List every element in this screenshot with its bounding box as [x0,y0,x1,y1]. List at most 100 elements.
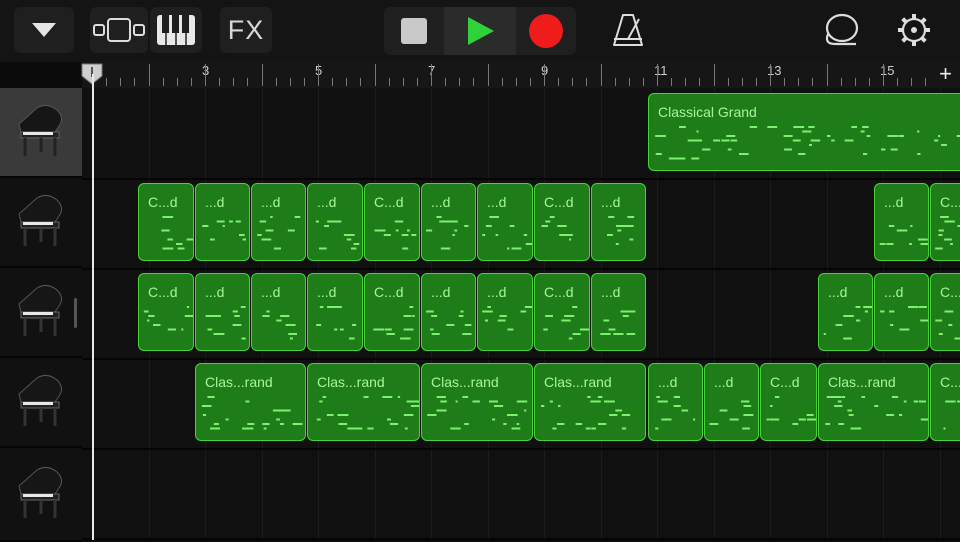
midi-note [904,401,907,403]
midi-note [404,414,414,416]
region[interactable]: Classical Grand [648,93,960,171]
region[interactable]: C...d [364,183,420,261]
midi-notes [365,304,419,348]
midi-note [144,311,149,313]
region[interactable]: ...d [307,183,363,261]
add-section-button[interactable]: + [939,62,952,86]
midi-note [940,216,949,218]
midi-note [609,329,616,331]
track-header-3[interactable] [0,268,82,358]
track-header-resize-handle[interactable] [74,298,77,328]
region[interactable]: Clas...rand [195,363,306,441]
midi-note [743,414,753,416]
region-name: ...d [261,194,280,210]
midi-note [656,396,660,398]
midi-note [900,329,905,331]
midi-note [917,131,919,133]
settings-button[interactable] [886,7,942,53]
midi-note [836,324,843,326]
region[interactable]: ...d [477,273,533,351]
region[interactable]: C...d [138,273,194,351]
region[interactable]: ...d [251,183,306,261]
view-toggle-button[interactable] [90,7,148,53]
region[interactable]: ...d [421,183,476,261]
midi-note [181,329,183,331]
fx-button[interactable]: FX [220,7,272,53]
region[interactable]: ...d [874,183,929,261]
loops-button[interactable] [814,7,870,53]
track-lane-5[interactable] [82,448,960,540]
playhead-line [92,74,94,540]
track-header-4[interactable] [0,358,82,448]
region[interactable]: ...d [591,273,646,351]
midi-note [446,324,454,326]
region[interactable]: C... [930,363,960,441]
ruler-tick [332,78,333,86]
grand-piano-icon [13,102,69,162]
midi-note [262,239,272,241]
midi-note [808,126,813,128]
ruler-tick [403,78,404,86]
play-button[interactable] [444,7,516,55]
midi-note [390,423,398,425]
region[interactable]: ...d [818,273,873,351]
midi-note [710,423,719,425]
region[interactable]: C... [930,183,960,261]
region[interactable]: Clas...rand [421,363,533,441]
tracks-area[interactable]: Classical Grand C...d ...d ...d ...d C..… [82,88,960,540]
region-name: C...d [148,284,178,300]
region[interactable]: ...d [195,183,250,261]
region[interactable]: ...d [251,273,306,351]
tracks-menu-button[interactable] [14,7,74,53]
region[interactable]: C...d [760,363,817,441]
region[interactable]: ...d [704,363,759,441]
midi-note [697,131,699,133]
midi-notes [308,394,419,438]
region[interactable]: C... [930,273,960,351]
region[interactable]: ...d [195,273,250,351]
region[interactable]: ...d [307,273,363,351]
region[interactable]: C...d [364,273,420,351]
metronome-button[interactable] [600,7,656,53]
timeline-ruler[interactable]: 3 5 7 9 11 13 15 + [82,62,960,89]
midi-note [338,423,347,425]
midi-note [720,410,728,412]
region[interactable]: Clas...rand [307,363,420,441]
track-header-1[interactable] [0,88,82,178]
region[interactable]: C...d [534,273,590,351]
region-name: Clas...rand [205,374,273,390]
record-button[interactable] [516,7,576,55]
region[interactable]: C...d [138,183,194,261]
midi-note [412,315,415,317]
track-header-2[interactable] [0,178,82,268]
midi-notes [422,394,532,438]
region-name: C...d [544,194,574,210]
midi-note [395,221,403,223]
midi-note [202,225,208,227]
region[interactable]: ...d [421,273,476,351]
midi-note [187,239,193,241]
track-header-5[interactable] [0,448,82,542]
midi-note [945,311,951,313]
stop-button[interactable] [384,7,444,55]
region-name: Clas...rand [828,374,896,390]
region[interactable]: Clas...rand [534,363,646,441]
keyboard-button[interactable] [150,7,202,53]
midi-note [319,248,327,250]
ruler-tick [304,78,305,86]
ruler-tick [134,78,135,86]
region[interactable]: ...d [874,273,929,351]
midi-note [487,306,491,308]
midi-note [512,248,522,250]
region[interactable]: Clas...rand [818,363,929,441]
region[interactable]: ...d [477,183,533,261]
midi-note [861,396,865,398]
region[interactable]: ...d [591,183,646,261]
region[interactable]: C...d [534,183,590,261]
region-name: ...d [487,194,506,210]
midi-note [266,311,269,313]
ruler-tick [290,78,291,86]
midi-note [935,248,943,250]
region[interactable]: ...d [648,363,703,441]
midi-note [544,225,547,227]
